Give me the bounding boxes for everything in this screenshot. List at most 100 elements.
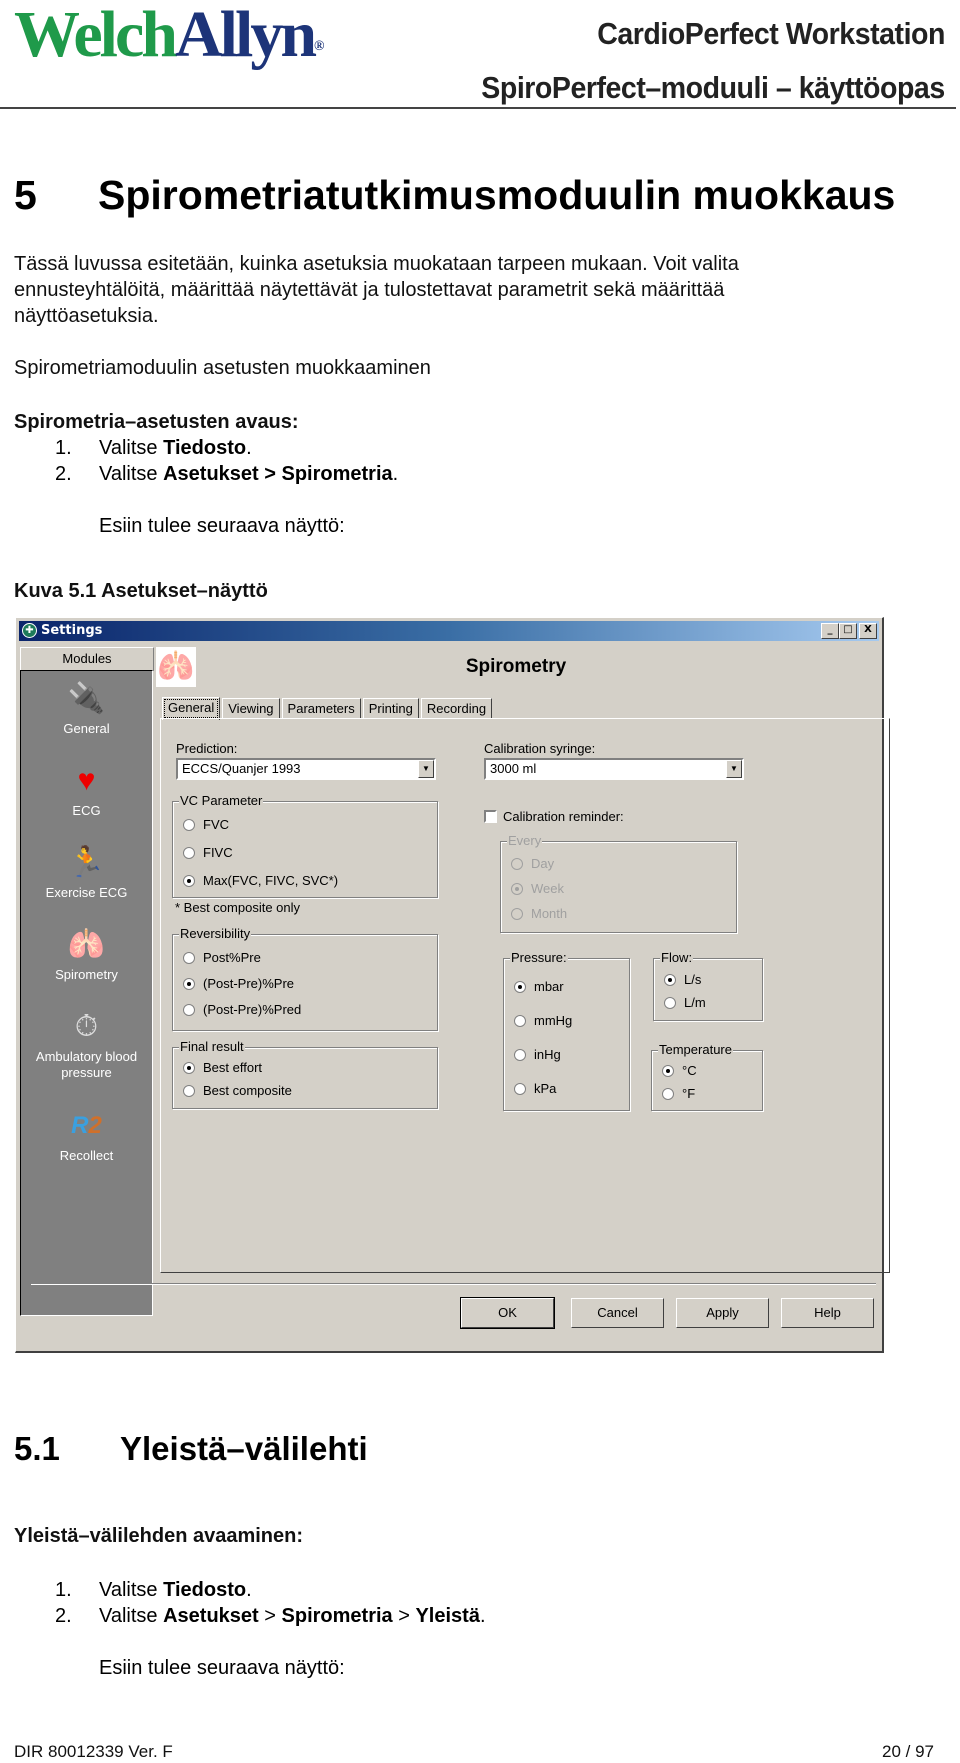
apply-button[interactable]: Apply bbox=[676, 1298, 769, 1328]
tab-strip: General Viewing Parameters Printing Recordin… bbox=[162, 696, 494, 720]
module-general[interactable]: 🔌 General bbox=[21, 681, 152, 737]
minimize-button[interactable]: _ bbox=[821, 623, 839, 639]
dialog-title: Settings bbox=[41, 623, 103, 638]
radio-post-pct-pre[interactable]: Post%Pre bbox=[183, 950, 261, 965]
chevron-down-icon[interactable]: ▼ bbox=[418, 760, 434, 778]
final-result-group: Final result Best effort Best composite bbox=[172, 1039, 438, 1109]
tab-viewing[interactable]: Viewing bbox=[222, 698, 280, 719]
radio-label: Week bbox=[531, 881, 564, 896]
intro-line-3: näyttöasetuksia. bbox=[14, 305, 159, 327]
module-recollect[interactable]: R2 Recollect bbox=[21, 1108, 152, 1164]
radio-l-per-m[interactable]: L/m bbox=[664, 995, 706, 1010]
radio-mbar[interactable]: mbar bbox=[514, 979, 564, 994]
modules-header[interactable]: Modules bbox=[20, 647, 154, 671]
calibration-reminder-checkbox[interactable]: Calibration reminder: bbox=[484, 809, 624, 824]
module-label: Spirometry bbox=[55, 967, 118, 982]
general-tab-panel: Prediction: ECCS/Quanjer 1993 ▼ Calibrati… bbox=[160, 718, 890, 1273]
radio-label: kPa bbox=[534, 1081, 557, 1096]
chevron-down-icon[interactable]: ▼ bbox=[726, 760, 742, 778]
page-header: 🫁 Spirometry bbox=[156, 644, 876, 687]
module-label: Ambulatory blood pressure bbox=[35, 1049, 138, 1080]
title-bar[interactable]: ✚ Settings _ □ X bbox=[19, 621, 879, 641]
plug-icon: 🔌 bbox=[67, 682, 106, 715]
radio-dot bbox=[183, 978, 195, 990]
intro-line-2: ennusteyhtälöitä, määrittää näytettävät … bbox=[14, 279, 725, 301]
step-menu: Asetukset > Spirometria bbox=[163, 463, 393, 485]
step-2: 2. Valitse Asetukset > Spirometria. bbox=[55, 461, 398, 487]
section-result-text: Esiin tulee seuraava näyttö: bbox=[99, 1657, 345, 1679]
prediction-label: Prediction: bbox=[176, 741, 238, 756]
section-heading: 5.1 Yleistä–välilehti bbox=[14, 1430, 368, 1468]
tab-printing[interactable]: Printing bbox=[362, 698, 419, 719]
module-label: Exercise ECG bbox=[45, 885, 128, 900]
radio-post-minus-pre-pct-pred[interactable]: (Post-Pre)%Pred bbox=[183, 1002, 301, 1017]
radio-dot bbox=[183, 1004, 195, 1016]
radio-max[interactable]: Max(FVC, FIVC, SVC*) bbox=[183, 873, 338, 888]
radio-fahrenheit[interactable]: °F bbox=[662, 1086, 695, 1101]
radio-week[interactable]: Week bbox=[511, 881, 564, 896]
radio-label: mbar bbox=[534, 979, 564, 994]
help-button[interactable]: Help bbox=[781, 1298, 874, 1328]
cancel-button[interactable]: Cancel bbox=[571, 1298, 664, 1328]
module-label: ECG bbox=[72, 803, 101, 818]
radio-dot bbox=[514, 1083, 526, 1095]
radio-fivc[interactable]: FIVC bbox=[183, 845, 233, 860]
step-separator: > bbox=[258, 1605, 282, 1627]
maximize-button[interactable]: □ bbox=[839, 623, 857, 639]
step-text: Valitse bbox=[99, 1579, 164, 1601]
radio-l-per-s[interactable]: L/s bbox=[664, 972, 701, 987]
flow-group: Flow: L/s L/m bbox=[653, 950, 763, 1021]
radio-mmhg[interactable]: mmHg bbox=[514, 1013, 572, 1028]
radio-kpa[interactable]: kPa bbox=[514, 1081, 556, 1096]
section-number: 5.1 bbox=[14, 1430, 60, 1467]
radio-dot bbox=[514, 1015, 526, 1027]
radio-post-minus-pre-pct-pre[interactable]: (Post-Pre)%Pre bbox=[183, 976, 294, 991]
prediction-select[interactable]: ECCS/Quanjer 1993 ▼ bbox=[176, 758, 436, 780]
step-menu: Yleistä bbox=[415, 1605, 480, 1627]
step-number: 2. bbox=[55, 463, 72, 485]
manual-title: SpiroPerfect–moduuli – käyttöopas bbox=[481, 70, 946, 105]
radio-label: Month bbox=[531, 906, 568, 921]
radio-celsius[interactable]: °C bbox=[662, 1063, 697, 1078]
section-step-2: 2. Valitse Asetukset > Spirometria > Ylei… bbox=[55, 1603, 486, 1629]
radio-label: Best effort bbox=[203, 1060, 263, 1075]
lungs-icon: 🫁 bbox=[67, 928, 106, 961]
module-exercise-ecg[interactable]: 🏃 Exercise ECG bbox=[21, 845, 152, 901]
tab-parameters[interactable]: Parameters bbox=[281, 698, 361, 719]
tab-general[interactable]: General bbox=[162, 697, 221, 720]
calibration-syringe-select[interactable]: 3000 ml ▼ bbox=[484, 758, 744, 780]
step-suffix: . bbox=[479, 1605, 486, 1627]
welch-allyn-logo: WelchAllyn® bbox=[14, 0, 325, 70]
radio-best-effort[interactable]: Best effort bbox=[183, 1060, 262, 1075]
module-ecg[interactable]: ♥ ECG bbox=[21, 763, 152, 819]
vc-parameter-group: VC Parameter FVC FIVC Max(FVC, FIVC, SVC… bbox=[172, 793, 438, 898]
step-text: Valitse bbox=[99, 1605, 164, 1627]
app-icon: ✚ bbox=[22, 623, 37, 638]
radio-label: Max(FVC, FIVC, SVC*) bbox=[203, 873, 339, 888]
radio-label: mmHg bbox=[534, 1013, 573, 1028]
step-menu: Spirometria bbox=[281, 1605, 393, 1627]
chapter-title: Spirometriatutkimusmoduulin muokkaus bbox=[98, 172, 896, 218]
ok-button[interactable]: OK bbox=[460, 1297, 555, 1329]
section-procedure-heading: Yleistä–välilehden avaaminen: bbox=[14, 1525, 304, 1547]
best-composite-note: * Best composite only bbox=[175, 900, 301, 915]
final-result-legend: Final result bbox=[179, 1039, 245, 1054]
radio-month[interactable]: Month bbox=[511, 906, 567, 921]
step-menu: Tiedosto bbox=[163, 1579, 247, 1601]
radio-dot bbox=[183, 875, 195, 887]
radio-fvc[interactable]: FVC bbox=[183, 817, 229, 832]
step-menu: Tiedosto bbox=[163, 437, 247, 459]
radio-label: (Post-Pre)%Pred bbox=[203, 1002, 302, 1017]
module-spirometry[interactable]: 🫁 Spirometry bbox=[21, 927, 152, 983]
radio-dot bbox=[664, 997, 676, 1009]
radio-day[interactable]: Day bbox=[511, 856, 554, 871]
product-title: CardioPerfect Workstation bbox=[597, 16, 945, 51]
close-button[interactable]: X bbox=[859, 623, 877, 639]
tab-recording[interactable]: Recording bbox=[420, 698, 493, 719]
subtitle: Spirometriamoduulin asetusten muokkaamin… bbox=[14, 357, 431, 379]
radio-best-composite[interactable]: Best composite bbox=[183, 1083, 292, 1098]
module-ambulatory-bp[interactable]: ⏱ Ambulatory blood pressure bbox=[21, 1009, 152, 1081]
radio-inhg[interactable]: inHg bbox=[514, 1047, 561, 1062]
radio-dot bbox=[511, 908, 523, 920]
radio-label: Post%Pre bbox=[203, 950, 261, 965]
